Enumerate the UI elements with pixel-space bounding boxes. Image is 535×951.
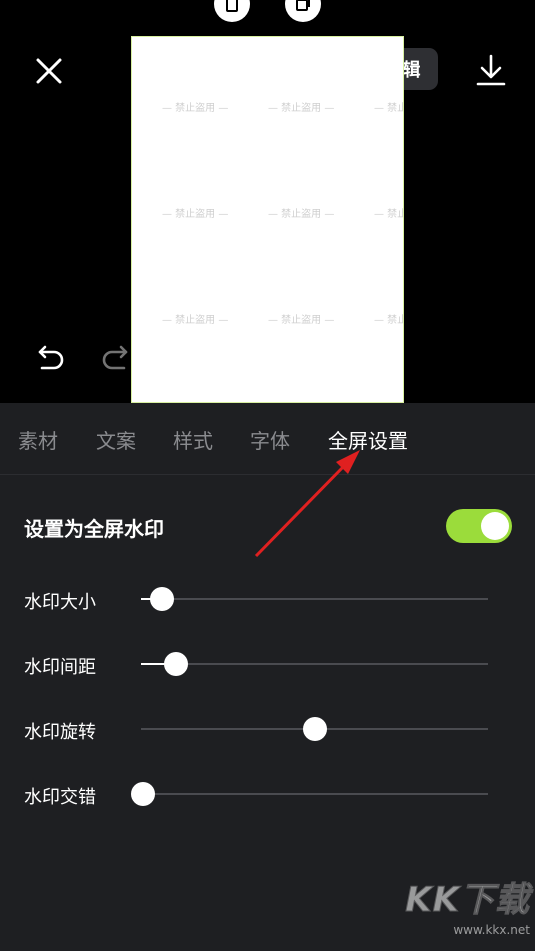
slider-label: 水印交错 bbox=[24, 787, 96, 808]
slider-thumb[interactable] bbox=[303, 717, 327, 741]
delete-icon[interactable] bbox=[214, 0, 250, 22]
watermark-text: — 禁止盗用 — bbox=[268, 315, 335, 326]
slider-track[interactable] bbox=[141, 587, 488, 611]
watermark-text: — 禁止盗用 — bbox=[268, 209, 335, 220]
undo-icon[interactable] bbox=[34, 343, 66, 375]
slider-label: 水印旋转 bbox=[24, 722, 96, 743]
tab-style[interactable]: 样式 bbox=[173, 425, 213, 454]
site-watermark-logo: KK下载 www.kkx.net bbox=[400, 872, 530, 947]
slider-thumb[interactable] bbox=[150, 587, 174, 611]
close-icon[interactable] bbox=[30, 52, 68, 90]
site-url: www.kkx.net bbox=[453, 923, 530, 937]
watermark-text: — 禁止盗用 — bbox=[162, 209, 229, 220]
tab-copywriting[interactable]: 文案 bbox=[96, 425, 136, 454]
slider-thumb[interactable] bbox=[131, 782, 155, 806]
fullscreen-watermark-toggle[interactable] bbox=[446, 509, 512, 543]
tab-material[interactable]: 素材 bbox=[18, 425, 58, 454]
slider-row-size: 水印大小 bbox=[0, 578, 535, 618]
watermark-preview-canvas: — 禁止盗用 — — 禁止盗用 — — 禁止盗用 — — 禁止盗用 — — 禁止盗用 —… bbox=[131, 36, 404, 403]
watermark-text: — 禁止盗用 — bbox=[374, 209, 403, 220]
toggle-knob bbox=[481, 512, 509, 540]
redo-icon[interactable] bbox=[100, 343, 132, 375]
watermark-text: — 禁止盗用 — bbox=[162, 315, 229, 326]
slider-row-spacing: 水印间距 bbox=[0, 643, 535, 683]
brand-text: KK下载 bbox=[405, 880, 530, 921]
slider-track[interactable] bbox=[141, 717, 488, 741]
slider-row-stagger: 水印交错 bbox=[0, 773, 535, 813]
watermark-text: — 禁止盗用 — bbox=[374, 315, 403, 326]
slider-label: 水印大小 bbox=[24, 592, 96, 613]
slider-label: 水印间距 bbox=[24, 657, 96, 678]
slider-row-rotation: 水印旋转 bbox=[0, 708, 535, 748]
tab-font[interactable]: 字体 bbox=[250, 425, 290, 454]
tab-bar: 素材 文案 样式 字体 全屏设置 bbox=[0, 403, 535, 475]
settings-panel: 素材 文案 样式 字体 全屏设置 设置为全屏水印 水印大小 水印间距 水印旋转 … bbox=[0, 403, 535, 951]
watermark-text: — 禁止盗用 — bbox=[162, 103, 229, 114]
fullscreen-watermark-label: 设置为全屏水印 bbox=[24, 517, 164, 541]
slider-track[interactable] bbox=[131, 782, 488, 806]
tab-fullscreen-settings[interactable]: 全屏设置 bbox=[328, 425, 408, 454]
slider-track[interactable] bbox=[141, 652, 488, 676]
copy-icon[interactable] bbox=[285, 0, 321, 22]
watermark-text: — 禁止盗用 — bbox=[374, 103, 403, 114]
slider-thumb[interactable] bbox=[164, 652, 188, 676]
download-icon[interactable] bbox=[470, 50, 512, 92]
watermark-text: — 禁止盗用 — bbox=[268, 103, 335, 114]
